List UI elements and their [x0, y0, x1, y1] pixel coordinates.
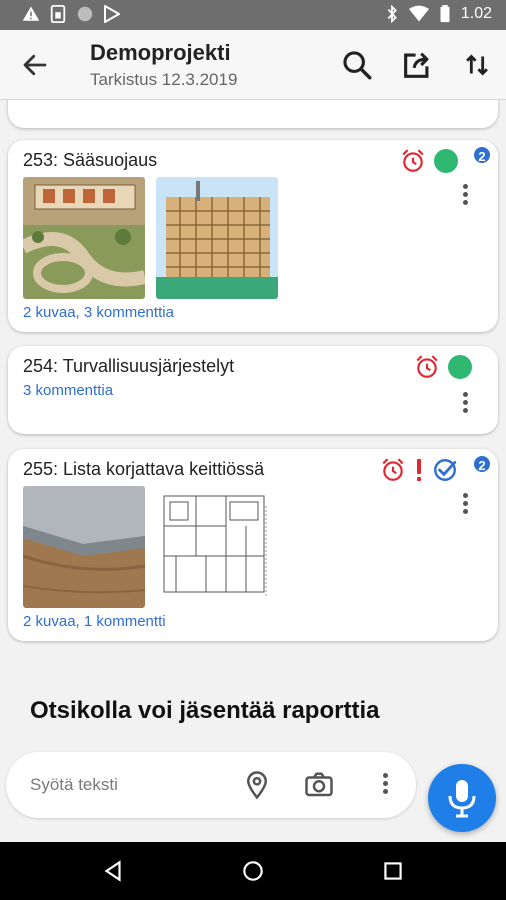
text-input-bar: Syötä teksti	[6, 752, 416, 818]
card-status-icons	[380, 457, 480, 483]
page-subtitle: Tarkistus 12.3.2019	[90, 70, 238, 89]
page-title: Demoprojekti	[90, 40, 231, 65]
more-options-icon[interactable]	[460, 184, 470, 208]
card-meta[interactable]: 3 kommenttia	[23, 382, 113, 399]
circle-icon	[77, 6, 93, 22]
more-options-icon[interactable]	[460, 493, 470, 517]
back-arrow-icon[interactable]	[20, 50, 50, 80]
floor-plan-image[interactable]	[156, 486, 278, 608]
warning-icon	[22, 6, 40, 21]
system-nav-bar	[0, 842, 506, 900]
camera-icon[interactable]	[304, 770, 334, 800]
status-green-dot	[434, 149, 458, 173]
alarm-icon	[416, 355, 438, 378]
status-green-dot	[448, 355, 472, 379]
card-meta[interactable]: 2 kuvaa, 1 kommentti	[23, 613, 166, 630]
more-options-icon[interactable]	[460, 392, 470, 416]
sim-icon	[50, 5, 66, 23]
report-card-255[interactable]: 255: Lista korjattava keittiössä 2 2 kuv…	[8, 449, 498, 641]
report-card-254[interactable]: 254: Turvallisuusjärjestelyt 3 kommentti…	[8, 346, 498, 434]
text-input[interactable]: Syötä teksti	[30, 775, 118, 795]
microphone-button[interactable]	[428, 764, 496, 832]
exclamation-icon	[417, 459, 421, 481]
card-title: 254: Turvallisuusjärjestelyt	[23, 356, 235, 376]
count-badge: 2	[472, 145, 492, 165]
nav-home-icon[interactable]	[240, 858, 266, 884]
metal-edge-image[interactable]	[23, 486, 145, 608]
status-bar: 1.02	[0, 0, 506, 30]
bluetooth-icon	[387, 5, 397, 23]
wifi-icon	[408, 5, 429, 22]
check-icon	[434, 459, 457, 481]
card-meta[interactable]: 2 kuvaa, 3 kommenttia	[23, 304, 174, 321]
search-icon[interactable]	[340, 48, 374, 82]
microphone-icon	[448, 780, 476, 818]
site-plan-image[interactable]	[23, 177, 145, 299]
previous-card[interactable]	[8, 100, 498, 128]
building-scaffold-image[interactable]	[156, 177, 278, 299]
clock: 1.02	[460, 5, 492, 22]
more-options-icon[interactable]	[380, 773, 390, 797]
count-badge: 2	[472, 454, 492, 474]
location-pin-icon[interactable]	[242, 770, 272, 800]
nav-recents-icon[interactable]	[380, 858, 406, 884]
play-store-icon	[104, 5, 120, 23]
battery-icon	[440, 5, 450, 23]
alarm-icon	[402, 149, 424, 172]
report-card-253[interactable]: 253: Sääsuojaus 2 2 kuvaa, 3 kommenttia	[8, 140, 498, 332]
card-title: 255: Lista korjattava keittiössä	[23, 459, 265, 479]
card-title: 253: Sääsuojaus	[23, 150, 158, 170]
share-icon[interactable]	[400, 48, 434, 82]
card-status-icons	[414, 354, 472, 380]
section-heading: Otsikolla voi jäsentää raporttia	[30, 697, 380, 724]
alarm-icon	[382, 458, 404, 481]
app-bar: Demoprojekti Tarkistus 12.3.2019	[0, 30, 506, 100]
card-status-icons	[400, 148, 480, 174]
nav-back-icon[interactable]	[100, 858, 126, 884]
sort-icon[interactable]	[460, 48, 494, 82]
report-list: 253: Sääsuojaus 2 2 kuvaa, 3 kommenttia …	[0, 100, 506, 750]
